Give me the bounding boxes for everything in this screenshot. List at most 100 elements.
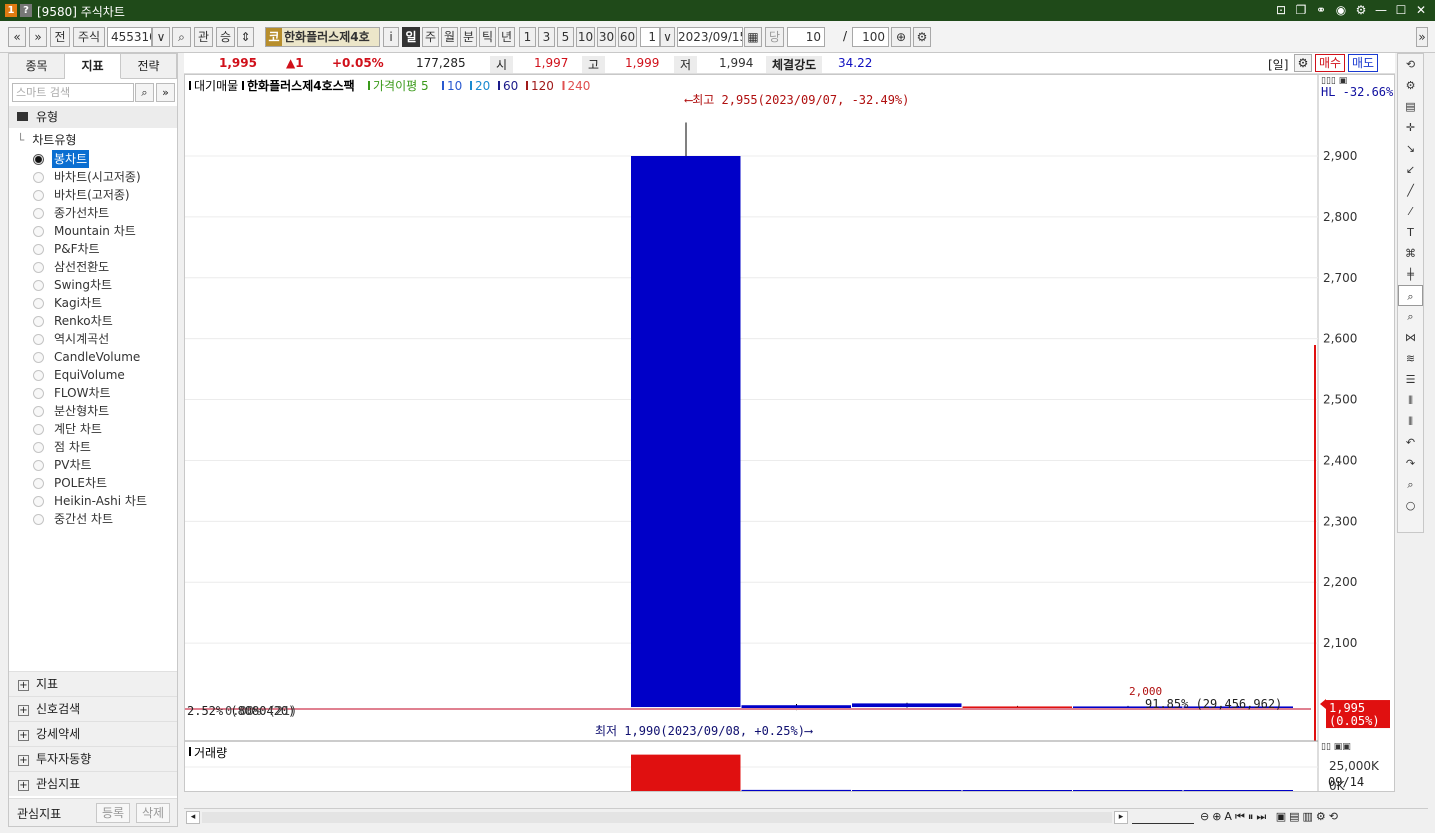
- trend-up-icon[interactable]: ↘: [1398, 138, 1423, 159]
- radio-icon[interactable]: [33, 297, 44, 309]
- chart-type-item[interactable]: 역시계곡선: [33, 330, 149, 348]
- chart-type-item[interactable]: CandleVolume: [33, 348, 149, 366]
- chart-type-item[interactable]: FLOW차트: [33, 384, 149, 402]
- chart-type-item[interactable]: 분산형차트: [33, 402, 149, 420]
- quote-gear-icon[interactable]: ⚙: [1294, 54, 1312, 72]
- period-minute-tab[interactable]: 분: [460, 27, 477, 47]
- period-week-tab[interactable]: 주: [422, 27, 439, 47]
- window-number-badge[interactable]: 1: [5, 4, 17, 17]
- scroll-track[interactable]: [202, 812, 1112, 823]
- chart-type-item[interactable]: Mountain 차트: [33, 222, 149, 240]
- radio-icon[interactable]: [33, 369, 44, 381]
- redo-icon[interactable]: ↷: [1398, 453, 1423, 474]
- camera-icon[interactable]: ◉: [1333, 2, 1349, 18]
- zoom-add-icon[interactable]: ⊕: [891, 27, 911, 47]
- indicator-icon[interactable]: ▤: [1398, 96, 1423, 117]
- sell-button[interactable]: 매도: [1348, 54, 1379, 72]
- vertical-lines-icon[interactable]: ⦀: [1398, 390, 1423, 411]
- refresh-icon[interactable]: ⟲: [1398, 54, 1423, 75]
- chart-type-item[interactable]: 중간선 차트: [33, 510, 149, 528]
- radio-icon[interactable]: [33, 477, 44, 489]
- tab-indicator[interactable]: 지표: [65, 54, 121, 79]
- magnifier-icon[interactable]: ⌕: [1398, 474, 1423, 495]
- radio-icon[interactable]: [33, 441, 44, 453]
- buy-button[interactable]: 매수: [1315, 54, 1346, 72]
- group-favorite[interactable]: + 관심지표: [9, 771, 177, 796]
- link-icon[interactable]: ⚭: [1313, 2, 1329, 18]
- search-icon[interactable]: ⌕: [172, 27, 191, 47]
- delete-button[interactable]: 삭제: [136, 803, 170, 823]
- radio-icon[interactable]: [33, 333, 44, 345]
- watch-button[interactable]: 관: [194, 27, 213, 47]
- register-button[interactable]: 등록: [96, 803, 130, 823]
- expand-icon[interactable]: »: [1416, 27, 1428, 47]
- vertical-lines-2-icon[interactable]: ⦀: [1398, 411, 1423, 432]
- chart-type-item[interactable]: Swing차트: [33, 276, 149, 294]
- code-input[interactable]: 455310: [107, 27, 152, 47]
- scroll-left-icon[interactable]: ◂: [186, 811, 200, 824]
- chart-type-item[interactable]: 삼선전환도: [33, 258, 149, 276]
- interval-60-button[interactable]: 60: [618, 27, 637, 47]
- circle-icon[interactable]: ○: [1398, 495, 1423, 516]
- gear-icon[interactable]: ⚙: [1353, 2, 1369, 18]
- total-input[interactable]: 100: [852, 27, 889, 47]
- chart-scrollbar[interactable]: ◂ ▸ ⊖⊕A⏮⏸⏭ ▣▤▥⚙⟲: [184, 808, 1428, 826]
- stock-name-box[interactable]: 코 한화플러스제4호: [265, 27, 380, 47]
- prev-button[interactable]: «: [8, 27, 26, 47]
- pattern-icon[interactable]: ⋈: [1398, 327, 1423, 348]
- today-button[interactable]: 당: [765, 27, 784, 47]
- chart-type-item[interactable]: 바차트(시고저종): [33, 168, 149, 186]
- category-header[interactable]: 유형: [9, 106, 177, 128]
- radio-icon[interactable]: [33, 387, 44, 399]
- smart-search-input[interactable]: 스마트 검색: [12, 83, 134, 102]
- chart-type-item[interactable]: Heikin-Ashi 차트: [33, 492, 149, 510]
- text-icon[interactable]: T: [1398, 222, 1423, 243]
- tab-strategy[interactable]: 전략: [121, 54, 177, 79]
- period-year-tab[interactable]: 년: [498, 27, 515, 47]
- interval-5-button[interactable]: 5: [557, 27, 574, 47]
- chart-type-item[interactable]: PV차트: [33, 456, 149, 474]
- auto-line-icon[interactable]: ⁄: [1398, 201, 1423, 222]
- radio-icon[interactable]: [33, 153, 44, 165]
- radio-icon[interactable]: [33, 423, 44, 435]
- maximize-icon[interactable]: ☐: [1393, 2, 1409, 18]
- chart-type-item[interactable]: P&F차트: [33, 240, 149, 258]
- zoom-slider[interactable]: [1132, 811, 1194, 824]
- radio-icon[interactable]: [33, 261, 44, 273]
- undo-icon[interactable]: ↶: [1398, 432, 1423, 453]
- line-icon[interactable]: ╱: [1398, 180, 1423, 201]
- radio-icon[interactable]: [33, 243, 44, 255]
- tab-stock[interactable]: 종목: [9, 54, 65, 79]
- subcategory-header[interactable]: └ 차트유형: [17, 132, 76, 148]
- chart-type-item[interactable]: EquiVolume: [33, 366, 149, 384]
- chart-area[interactable]: 2,100 2,200 2,300 2,400 2,500 2,600 2,700 2,800…: [184, 74, 1395, 792]
- fibonacci-icon[interactable]: ⌘: [1398, 243, 1423, 264]
- group-investor-trend[interactable]: + 투자자동향: [9, 746, 177, 771]
- radio-icon[interactable]: [33, 513, 44, 525]
- radio-icon[interactable]: [33, 171, 44, 183]
- group-signal-search[interactable]: + 신호검색: [9, 696, 177, 721]
- market-select[interactable]: 주식: [73, 27, 105, 47]
- info-button[interactable]: i: [383, 27, 399, 47]
- copy-icon[interactable]: ❐: [1293, 2, 1309, 18]
- zoom-list-icon[interactable]: ⌕: [1398, 306, 1423, 327]
- chart-type-item[interactable]: Renko차트: [33, 312, 149, 330]
- scroll-right-icon[interactable]: ▸: [1114, 811, 1128, 824]
- radio-icon[interactable]: [33, 459, 44, 471]
- group-indicator[interactable]: + 지표: [9, 671, 177, 696]
- minimize-icon[interactable]: —: [1373, 2, 1389, 18]
- chart-type-item[interactable]: 계단 차트: [33, 420, 149, 438]
- pin-icon[interactable]: ⊡: [1273, 2, 1289, 18]
- playback-controls[interactable]: ⊖⊕A⏮⏸⏭ ▣▤▥⚙⟲: [1200, 810, 1341, 824]
- search-icon[interactable]: ⌕: [135, 83, 154, 102]
- chart-type-item[interactable]: 점 차트: [33, 438, 149, 456]
- collapse-icon[interactable]: »: [156, 83, 175, 102]
- period-day-tab[interactable]: 일: [402, 27, 420, 47]
- seung-button[interactable]: 승: [216, 27, 235, 47]
- date-input[interactable]: 2023/09/15: [677, 27, 743, 47]
- code-dropdown-icon[interactable]: ∨: [152, 27, 170, 47]
- chart-type-item[interactable]: 종가선차트: [33, 204, 149, 222]
- chart-type-item[interactable]: Kagi차트: [33, 294, 149, 312]
- radio-icon[interactable]: [33, 189, 44, 201]
- trend-down-icon[interactable]: ↙: [1398, 159, 1423, 180]
